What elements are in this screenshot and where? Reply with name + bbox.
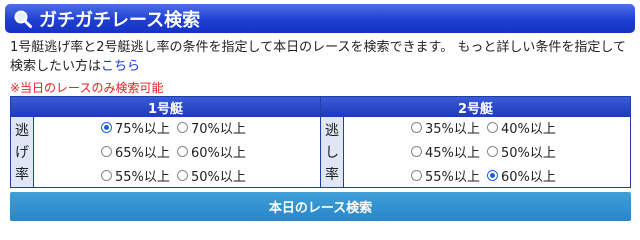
- boat2-side-label: 逃 し 率: [321, 117, 344, 187]
- radio-button[interactable]: [487, 122, 498, 133]
- side-char: 率: [15, 167, 29, 183]
- option-label: 50%以上: [501, 146, 556, 161]
- option-label: 40%以上: [501, 122, 556, 137]
- radio-button[interactable]: [101, 170, 112, 181]
- radio-button[interactable]: [101, 122, 112, 133]
- page-title-bar: ガチガチレース検索: [5, 4, 635, 33]
- option-label: 55%以上: [115, 170, 170, 185]
- option-label: 75%以上: [115, 122, 170, 137]
- radio-button[interactable]: [177, 170, 188, 181]
- side-char: 率: [325, 167, 339, 183]
- boat1-panel: 1号艇 逃 げ 率 75%以上 70%以上 65%以上 60%以上 55%以上 …: [10, 96, 321, 188]
- radio-button[interactable]: [411, 170, 422, 181]
- option-label: 50%以上: [191, 170, 246, 185]
- boat2-option-45[interactable]: 45%以上: [411, 141, 487, 162]
- radio-button[interactable]: [177, 146, 188, 157]
- boat2-heading: 2号艇: [321, 97, 630, 117]
- boat1-option-75[interactable]: 75%以上: [101, 117, 177, 138]
- option-label: 60%以上: [191, 146, 246, 161]
- advanced-search-link[interactable]: こちら: [101, 59, 140, 74]
- boat1-side-label: 逃 げ 率: [11, 117, 34, 187]
- option-label: 45%以上: [425, 146, 480, 161]
- radio-button[interactable]: [487, 170, 498, 181]
- boat1-option-70[interactable]: 70%以上: [177, 117, 253, 138]
- side-char: し: [325, 145, 339, 161]
- side-char: 逃: [325, 123, 339, 139]
- boat2-option-55[interactable]: 55%以上: [411, 165, 487, 186]
- radio-button[interactable]: [101, 146, 112, 157]
- intro-text: 1号艇逃げ率と2号艇逃し率の条件を指定して本日のレースを検索できます。 もっと詳…: [10, 38, 635, 76]
- boat2-option-50[interactable]: 50%以上: [487, 141, 563, 162]
- option-label: 65%以上: [115, 146, 170, 161]
- option-label: 60%以上: [501, 170, 556, 185]
- option-label: 70%以上: [191, 122, 246, 137]
- boat1-options: 75%以上 70%以上 65%以上 60%以上 55%以上 50%以上: [34, 117, 320, 187]
- search-icon: [13, 9, 33, 29]
- same-day-notice: ※当日のレースのみ検索可能: [10, 81, 164, 95]
- option-label: 55%以上: [425, 170, 480, 185]
- boat1-option-65[interactable]: 65%以上: [101, 141, 177, 162]
- search-conditions: 1号艇 逃 げ 率 75%以上 70%以上 65%以上 60%以上 55%以上 …: [10, 96, 631, 188]
- search-button[interactable]: 本日のレース検索: [10, 192, 631, 221]
- side-char: げ: [15, 145, 29, 161]
- radio-button[interactable]: [487, 146, 498, 157]
- boat2-body: 逃 し 率 35%以上 40%以上 45%以上 50%以上 55%以上 60%以…: [321, 117, 630, 187]
- boat1-option-50[interactable]: 50%以上: [177, 165, 253, 186]
- boat1-heading: 1号艇: [11, 97, 320, 117]
- boat2-panel: 2号艇 逃 し 率 35%以上 40%以上 45%以上 50%以上 55%以上 …: [321, 96, 631, 188]
- radio-button[interactable]: [411, 146, 422, 157]
- boat2-option-40[interactable]: 40%以上: [487, 117, 563, 138]
- radio-button[interactable]: [177, 122, 188, 133]
- boat1-body: 逃 げ 率 75%以上 70%以上 65%以上 60%以上 55%以上 50%以…: [11, 117, 320, 187]
- boat1-option-60[interactable]: 60%以上: [177, 141, 253, 162]
- side-char: 逃: [15, 123, 29, 139]
- boat2-options: 35%以上 40%以上 45%以上 50%以上 55%以上 60%以上: [344, 117, 630, 187]
- boat2-option-35[interactable]: 35%以上: [411, 117, 487, 138]
- radio-button[interactable]: [411, 122, 422, 133]
- boat2-option-60[interactable]: 60%以上: [487, 165, 563, 186]
- option-label: 35%以上: [425, 122, 480, 137]
- page-title: ガチガチレース検索: [39, 9, 201, 31]
- boat1-option-55[interactable]: 55%以上: [101, 165, 177, 186]
